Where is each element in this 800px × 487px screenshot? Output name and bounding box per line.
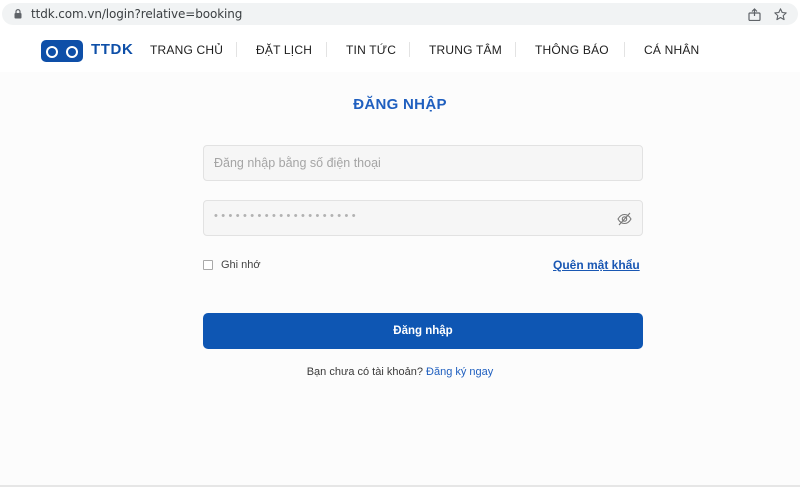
- nav-trang-chu[interactable]: TRANG CHỦ: [150, 43, 223, 57]
- password-field[interactable]: ••••••••••••••••••••: [203, 200, 643, 236]
- page-title: ĐĂNG NHẬP: [353, 96, 447, 113]
- site-header: TTDK TRANG CHỦ ĐẶT LỊCH TIN TỨC TRUNG TÂ…: [0, 28, 800, 72]
- lock-icon: [14, 9, 22, 19]
- url-text[interactable]: ttdk.com.vn/login?relative=booking: [31, 7, 242, 21]
- password-mask: ••••••••••••••••••••: [214, 210, 360, 222]
- remember-label: Ghi nhớ: [221, 259, 261, 271]
- nav-divider: [326, 42, 327, 57]
- remember-me[interactable]: Ghi nhớ: [203, 258, 261, 272]
- phone-input[interactable]: [204, 146, 642, 180]
- signup-link[interactable]: Đăng ký ngay: [426, 366, 493, 378]
- login-section: ĐĂNG NHẬP •••••••••••••••••••• Ghi nhớ Q…: [0, 72, 800, 485]
- phone-field[interactable]: [203, 145, 643, 181]
- forgot-password-link[interactable]: Quên mật khẩu: [553, 258, 640, 272]
- signup-prompt-line: Bạn chưa có tài khoản? Đăng ký ngay: [0, 366, 800, 378]
- remember-checkbox[interactable]: [203, 260, 213, 270]
- eye-off-icon[interactable]: [617, 212, 632, 226]
- nav-tin-tuc[interactable]: TIN TỨC: [346, 43, 396, 57]
- share-icon[interactable]: [748, 8, 762, 21]
- nav-ca-nhan[interactable]: CÁ NHÂN: [644, 43, 699, 57]
- browser-address-bar: ttdk.com.vn/login?relative=booking: [0, 0, 800, 28]
- nav-divider: [624, 42, 625, 57]
- nav-dat-lich[interactable]: ĐẶT LỊCH: [256, 43, 312, 57]
- login-button[interactable]: Đăng nhập: [203, 313, 643, 349]
- goggles-logo-icon[interactable]: [41, 40, 83, 62]
- signup-prompt: Bạn chưa có tài khoản?: [306, 366, 423, 378]
- nav-divider: [515, 42, 516, 57]
- nav-divider: [236, 42, 237, 57]
- nav-thong-bao[interactable]: THÔNG BÁO: [535, 43, 609, 57]
- nav-divider: [409, 42, 410, 57]
- star-icon[interactable]: [774, 8, 787, 21]
- nav-trung-tam[interactable]: TRUNG TÂM: [429, 43, 502, 57]
- url-bar[interactable]: ttdk.com.vn/login?relative=booking: [2, 3, 798, 25]
- logo-text[interactable]: TTDK: [91, 41, 133, 58]
